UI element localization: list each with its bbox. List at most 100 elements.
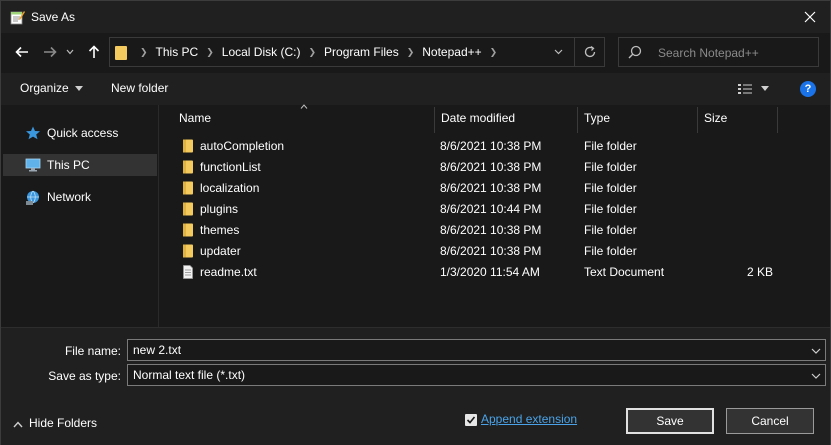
chevron-right-icon[interactable]: ❯: [407, 47, 415, 58]
file-row[interactable]: updater 8/6/2021 10:38 PM File folder: [173, 241, 823, 262]
folder-icon: [181, 139, 195, 153]
nav-item-label: Network: [47, 190, 92, 204]
new-folder-button[interactable]: New folder: [111, 81, 168, 95]
breadcrumb-this-pc[interactable]: This PC: [156, 45, 199, 59]
file-type: File folder: [584, 139, 637, 153]
nav-item-network[interactable]: Network: [3, 186, 157, 208]
nav-item-quick-access[interactable]: Quick access: [3, 122, 157, 144]
nav-item-this-pc[interactable]: This PC: [3, 154, 157, 176]
refresh-icon[interactable]: [574, 38, 604, 66]
file-name: plugins: [200, 202, 239, 216]
folder-icon: [181, 244, 195, 258]
search-input[interactable]: Search Notepad++: [618, 37, 819, 67]
file-row[interactable]: localization 8/6/2021 10:38 PM File fold…: [173, 178, 823, 199]
file-date: 8/6/2021 10:38 PM: [440, 223, 542, 237]
column-header-name[interactable]: Name: [173, 107, 435, 133]
chevron-right-icon: ❯: [140, 46, 148, 57]
file-row[interactable]: readme.txt 1/3/2020 11:54 AM Text Docume…: [173, 262, 823, 283]
file-row[interactable]: plugins 8/6/2021 10:44 PM File folder: [173, 199, 823, 220]
file-row[interactable]: autoCompletion 8/6/2021 10:38 PM File fo…: [173, 136, 823, 157]
file-date: 8/6/2021 10:38 PM: [440, 244, 542, 258]
chevron-right-icon[interactable]: ❯: [490, 47, 498, 58]
file-row[interactable]: themes 8/6/2021 10:38 PM File folder: [173, 220, 823, 241]
file-name: themes: [200, 223, 240, 237]
chevron-right-icon[interactable]: ❯: [206, 47, 214, 58]
file-date: 8/6/2021 10:38 PM: [440, 160, 542, 174]
organize-button[interactable]: Organize: [20, 81, 83, 95]
address-history-dropdown-icon[interactable]: [548, 38, 568, 66]
chevron-up-icon: [13, 417, 23, 431]
file-size: 2 KB: [747, 265, 774, 279]
title-bar[interactable]: Save As: [1, 1, 830, 33]
file-name: functionList: [200, 160, 261, 174]
breadcrumb-notepad-plus-plus[interactable]: Notepad++: [422, 45, 481, 59]
view-options-icon[interactable]: [737, 82, 753, 96]
star-icon: [25, 126, 41, 140]
help-icon[interactable]: ?: [800, 81, 816, 97]
file-name: updater: [200, 244, 241, 258]
column-header-type[interactable]: Type: [578, 107, 698, 133]
folder-icon: [181, 202, 195, 216]
file-type: File folder: [584, 202, 637, 216]
search-icon: [628, 45, 642, 59]
save-as-type-label: Save as type:: [48, 369, 121, 383]
chevron-down-icon[interactable]: [810, 370, 822, 382]
file-name-field[interactable]: new 2.txt: [127, 339, 826, 361]
folder-icon: [114, 45, 128, 60]
hide-folders-label: Hide Folders: [29, 416, 98, 430]
column-header-size[interactable]: Size: [698, 107, 778, 133]
cancel-button[interactable]: Cancel: [726, 408, 814, 434]
back-arrow-icon[interactable]: [11, 41, 33, 63]
file-list: Name Date modified Type Size autoComplet…: [161, 104, 830, 327]
nav-item-label: Quick access: [47, 126, 119, 140]
file-row[interactable]: functionList 8/6/2021 10:38 PM File fold…: [173, 157, 823, 178]
window-title: Save As: [31, 10, 76, 24]
save-form: File name: new 2.txt Save as type: Norma…: [1, 327, 830, 445]
breadcrumb-local-disk[interactable]: Local Disk (C:): [222, 45, 301, 59]
file-name-value: new 2.txt: [133, 343, 182, 357]
text-file-icon: [181, 265, 195, 279]
navigation-pane: Quick access This PC Network: [1, 105, 159, 327]
save-as-type-select[interactable]: Normal text file (*.txt): [127, 364, 826, 386]
file-name-label: File name:: [64, 344, 121, 358]
folder-icon: [181, 181, 195, 195]
navigation-bar: ❯ This PC ❯ Local Disk (C:) ❯ Program Fi…: [1, 33, 830, 73]
notepad-plus-plus-icon: [9, 9, 25, 25]
append-extension-checkbox[interactable]: [465, 414, 477, 426]
chevron-down-icon[interactable]: [810, 345, 822, 357]
view-chevron-down-icon[interactable]: [761, 86, 769, 91]
forward-arrow-icon[interactable]: [39, 41, 61, 63]
file-date: 1/3/2020 11:54 AM: [440, 265, 540, 279]
address-bar[interactable]: ❯ This PC ❯ Local Disk (C:) ❯ Program Fi…: [109, 37, 605, 67]
chevron-right-icon[interactable]: ❯: [308, 47, 316, 58]
computer-icon: [25, 158, 41, 172]
file-name: autoCompletion: [200, 139, 285, 153]
file-name: localization: [200, 181, 260, 195]
file-type: Text Document: [584, 265, 665, 279]
chevron-down-icon: [74, 86, 83, 92]
save-as-dialog: Save As ❯ This PC ❯ Local Disk (C:) ❯ Pr…: [0, 0, 831, 445]
file-name: readme.txt: [200, 265, 257, 279]
file-date: 8/6/2021 10:38 PM: [440, 139, 542, 153]
nav-item-label: This PC: [47, 158, 90, 172]
hide-folders-button[interactable]: Hide Folders: [13, 416, 97, 431]
command-bar: Organize New folder ?: [1, 73, 830, 105]
close-icon[interactable]: [790, 1, 830, 33]
file-type: File folder: [584, 244, 637, 258]
column-header-date-modified[interactable]: Date modified: [435, 107, 578, 133]
search-placeholder: Search Notepad++: [658, 46, 759, 60]
file-type: File folder: [584, 181, 637, 195]
breadcrumb-program-files[interactable]: Program Files: [324, 45, 399, 59]
append-extension-label[interactable]: Append extension: [481, 412, 577, 426]
file-date: 8/6/2021 10:44 PM: [440, 202, 542, 216]
folder-icon: [181, 223, 195, 237]
save-as-type-value: Normal text file (*.txt): [133, 368, 246, 382]
save-button[interactable]: Save: [626, 408, 714, 434]
up-arrow-icon[interactable]: [83, 41, 105, 63]
breadcrumb: ❯ This PC ❯ Local Disk (C:) ❯ Program Fi…: [132, 38, 505, 66]
file-date: 8/6/2021 10:38 PM: [440, 181, 542, 195]
file-type: File folder: [584, 223, 637, 237]
folder-icon: [181, 160, 195, 174]
file-type: File folder: [584, 160, 637, 174]
recent-locations-chevron-icon[interactable]: [63, 41, 77, 63]
